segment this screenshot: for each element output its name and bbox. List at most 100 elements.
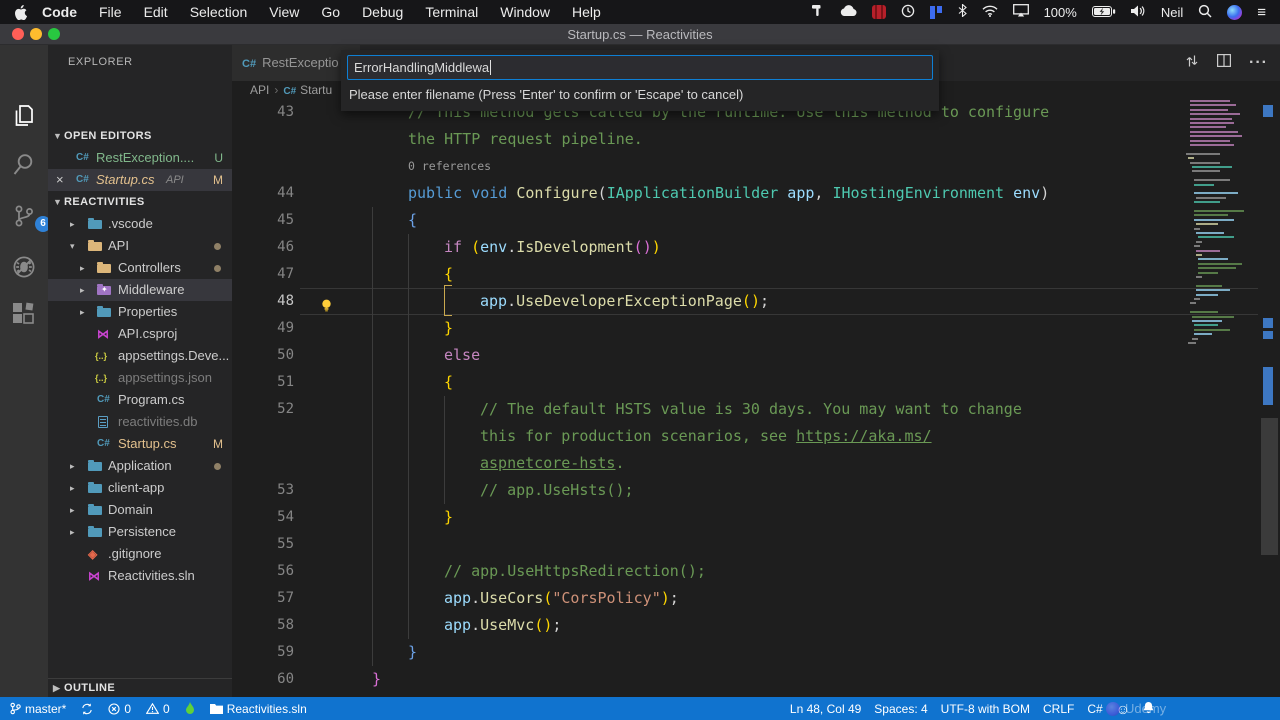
git-branch-indicator[interactable]: master* [10,702,66,716]
user-name[interactable]: Neil [1161,5,1183,20]
minimap[interactable] [1186,100,1256,430]
indent-guide [444,396,445,504]
code-line-57[interactable]: 57 app.UseCors("CorsPolicy"); [232,585,1258,612]
spotlight-search-icon[interactable] [1198,4,1212,21]
tree-item-reactivities-db[interactable]: reactivities.db [48,411,232,433]
code-line-wrap[interactable]: aspnetcore-hsts. [232,450,1258,477]
tree-item-controllers[interactable]: ▸ Controllers [48,257,232,279]
warnings-count[interactable]: 0 [146,702,170,716]
volume-icon[interactable] [1130,4,1146,20]
notification-center-icon[interactable]: ≡ [1257,4,1266,21]
tree-item-appsettings-deve[interactable]: {..} appsettings.Deve... [48,345,232,367]
menu-terminal[interactable]: Terminal [414,4,489,20]
code-line-53[interactable]: 53// app.UseHsts(); [232,477,1258,504]
tree-item-client-app[interactable]: ▸ client-app [48,477,232,499]
menu-go[interactable]: Go [310,4,351,20]
editor-scrollbar[interactable] [1261,418,1278,555]
open-editor-restexception[interactable]: C# RestException.... U [48,147,232,169]
search-icon[interactable] [11,151,37,177]
code-line-49[interactable]: 49} [232,315,1258,342]
code-editor[interactable]: 43// This method gets called by the runt… [232,99,1258,693]
tree-item-api-csproj[interactable]: ⋈ API.csproj [48,323,232,345]
filename-input[interactable]: ErrorHandlingMiddlewa [347,55,933,80]
chevron-down-icon: ▼ [53,197,63,207]
code-line-48[interactable]: 48 app.UseDeveloperExceptionPage(); [232,288,1258,315]
code-line-54[interactable]: 54} [232,504,1258,531]
battery-percentage: 100% [1043,4,1077,20]
siri-icon[interactable] [1227,4,1243,20]
tree-item-program-cs[interactable]: C# Program.cs [48,389,232,411]
close-icon[interactable]: × [56,169,64,191]
menu-selection[interactable]: Selection [179,4,259,20]
sync-changes-button[interactable] [81,702,93,715]
visual-studio-file-icon: ⋈ [88,569,100,583]
more-actions-icon[interactable]: ··· [1249,54,1268,72]
extensions-icon[interactable] [11,302,37,328]
code-line-47[interactable]: 47{ [232,261,1258,288]
menu-view[interactable]: View [258,4,310,20]
wifi-icon[interactable] [982,4,998,20]
open-editors-section-header[interactable]: ▼ OPEN EDITORS [48,125,232,147]
tree-twisty-icon: ▸ [70,483,75,493]
compare-changes-icon[interactable] [1185,54,1199,73]
code-line-52[interactable]: 52// The default HSTS value is 30 days. … [232,396,1258,423]
menu-window[interactable]: Window [489,4,561,20]
menu-code[interactable]: Code [31,4,88,20]
tree-item-gitignore[interactable]: ◈ .gitignore [48,543,232,565]
flame-icon[interactable] [185,702,195,715]
debug-icon[interactable] [11,254,37,280]
code-line-45[interactable]: 45{ [232,207,1258,234]
indentation-setting[interactable]: Spaces: 4 [874,702,927,716]
menu-help[interactable]: Help [561,4,612,20]
menu-file[interactable]: File [88,4,133,20]
errors-count[interactable]: 0 [108,702,131,716]
active-solution[interactable]: Reactivities.sln [209,702,307,716]
tree-item-domain[interactable]: ▸ Domain [48,499,232,521]
tool-icon[interactable] [811,4,824,20]
red-app-icon[interactable] [871,5,886,19]
source-control-icon[interactable]: 6 [11,203,51,232]
cloud-icon[interactable] [839,4,857,20]
apple-logo-icon[interactable] [14,4,27,20]
language-mode[interactable]: C# [1087,702,1102,716]
code-line-44[interactable]: 44 public void Configure(IApplicationBuil… [232,180,1258,207]
tree-item-startup-cs[interactable]: C# Startup.cs M [48,433,232,455]
tree-item-appsettings-json[interactable]: {..} appsettings.json [48,367,232,389]
window-title-bar[interactable]: Startup.cs — Reactivities [0,24,1280,45]
time-machine-icon[interactable] [901,4,915,21]
blue-app-icon[interactable] [929,5,943,19]
outline-section-header[interactable]: ▶ OUTLINE [48,678,232,697]
code-line-59[interactable]: 59} [232,639,1258,666]
tree-item-persistence[interactable]: ▸ Persistence [48,521,232,543]
menu-edit[interactable]: Edit [133,4,179,20]
tree-item-reactivities-sln[interactable]: ⋈ Reactivities.sln [48,565,232,587]
code-line-60[interactable]: 60} [232,666,1258,693]
tree-item-application[interactable]: ▸ Application [48,455,232,477]
end-of-line-setting[interactable]: CRLF [1043,702,1074,716]
split-editor-icon[interactable] [1217,54,1232,72]
code-line-58[interactable]: 58 app.UseMvc(); [232,612,1258,639]
explorer-icon[interactable] [11,103,37,129]
code-line-46[interactable]: 46 if (env.IsDevelopment()) [232,234,1258,261]
code-line-50[interactable]: 50 else [232,342,1258,369]
code-line-wrap[interactable]: the HTTP request pipeline. [232,126,1258,153]
code-line-wrap[interactable]: this for production scenarios, see https… [232,423,1258,450]
menu-debug[interactable]: Debug [351,4,414,20]
code-line-wrap[interactable]: 0 references [232,153,1258,180]
tree-twisty-icon: ▸ [70,505,75,515]
tree-item-api[interactable]: ▾ API [48,235,232,257]
code-line-56[interactable]: 56// app.UseHttpsRedirection(); [232,558,1258,585]
tree-item-properties[interactable]: ▸ Properties [48,301,232,323]
airplay-display-icon[interactable] [1012,4,1029,20]
code-line-55[interactable]: 55 [232,531,1258,558]
code-line-51[interactable]: 51{ [232,369,1258,396]
git-status-badge: M [213,173,223,187]
project-section-header[interactable]: ▼ REACTIVITIES [48,191,232,213]
bluetooth-icon[interactable] [958,3,967,20]
file-encoding[interactable]: UTF-8 with BOM [941,702,1030,716]
tree-item-vscode[interactable]: ▸ .vscode [48,213,232,235]
cursor-position[interactable]: Ln 48, Col 49 [790,702,861,716]
tree-item-middleware[interactable]: ▸ ✦ Middleware [48,279,232,301]
open-editor-startup-cs[interactable]: × C# Startup.cs API M [48,169,232,191]
battery-icon[interactable] [1091,4,1116,20]
